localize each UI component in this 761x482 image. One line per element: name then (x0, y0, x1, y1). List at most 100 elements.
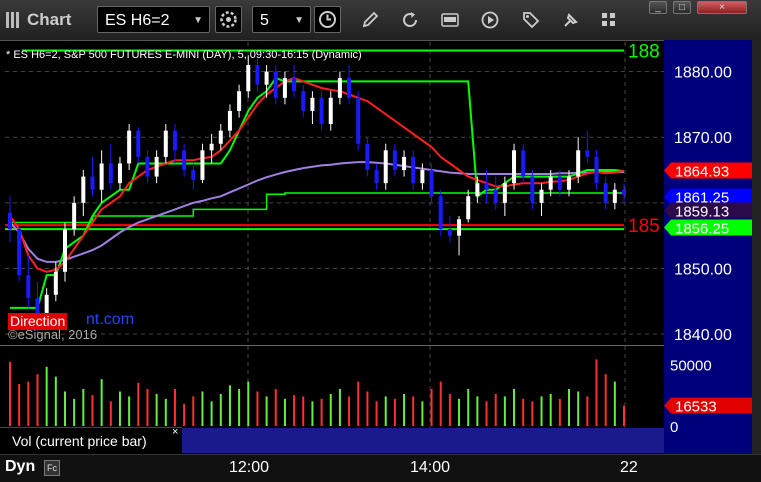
clock-icon (319, 11, 336, 28)
price-axis-panel (664, 40, 761, 454)
window-title: Chart (27, 10, 72, 29)
candle-body (209, 143, 214, 151)
candle-body (227, 110, 232, 131)
y-tick-label: 1870.00 (674, 130, 732, 147)
candle (237, 84, 242, 118)
interval-dropdown[interactable]: 5 ▼ (252, 6, 311, 33)
candle-body (594, 156, 599, 184)
candle (62, 222, 67, 282)
volume-panel-close-icon[interactable]: × (172, 426, 178, 438)
candle-body (264, 71, 269, 85)
candle (337, 71, 342, 105)
refresh-icon[interactable] (400, 10, 420, 30)
x-tick-label: 22 (620, 459, 638, 476)
candle-body (273, 71, 278, 98)
get-icon[interactable] (440, 10, 460, 30)
candle (576, 137, 581, 184)
copyright-notice: ©eSignal, 2016 (8, 327, 98, 342)
y-tick-label: 1880.00 (674, 65, 732, 82)
candle-body (282, 78, 287, 98)
candle-body (493, 189, 498, 203)
candle (172, 124, 177, 164)
minimize-button[interactable]: _ (649, 1, 667, 14)
candle (127, 124, 132, 171)
candle-body (356, 97, 361, 144)
chart-window: Chart ES H6=2 ▼ 5 ▼ _ □ × 188 185 1840.00 (0, 0, 761, 482)
candle (374, 163, 379, 190)
candle-body (246, 64, 251, 92)
price-marker: 1859.13 (664, 202, 752, 221)
candle-body (145, 156, 150, 177)
candle-body (90, 176, 95, 190)
candle (99, 150, 104, 203)
candle (328, 91, 333, 131)
candle-body (99, 163, 104, 190)
candle (154, 150, 159, 184)
candle-body (62, 229, 67, 272)
tag-icon[interactable] (521, 10, 541, 30)
maximize-button[interactable]: □ (673, 1, 691, 14)
candle-body (475, 183, 480, 197)
close-button[interactable]: × (697, 1, 747, 14)
price-marker-label: 1856.25 (675, 220, 729, 237)
y-tick-label: 1840.00 (674, 327, 732, 344)
candle-body (72, 202, 77, 230)
y-tick-label: 1850.00 (674, 262, 732, 279)
candle-body (402, 156, 407, 171)
candle-body (484, 183, 489, 190)
candle-body (255, 64, 260, 85)
chart-app-icon (6, 12, 20, 28)
candle (301, 84, 306, 118)
candle-body (567, 176, 572, 190)
candle-body (411, 156, 416, 184)
candle-body (438, 196, 443, 230)
volume-panel-strip (182, 428, 664, 453)
play-icon[interactable] (480, 10, 500, 30)
candle-body (576, 150, 581, 177)
candle (218, 124, 223, 151)
clock-button[interactable] (314, 6, 341, 33)
candle-body (172, 130, 177, 151)
title-bar: Chart ES H6=2 ▼ 5 ▼ _ □ × (0, 0, 761, 41)
candle-body (374, 170, 379, 184)
candle (136, 127, 141, 164)
fc-icon[interactable]: Fc (44, 460, 60, 476)
candle-body (301, 91, 306, 111)
symbol-dropdown[interactable]: ES H6=2 ▼ (97, 6, 210, 33)
candle-body (26, 275, 31, 299)
scrollbar (752, 40, 761, 454)
volume-panel-tab[interactable]: Vol (current price bar) × (0, 426, 182, 454)
candle (402, 150, 407, 177)
candle-body (429, 170, 434, 197)
candle (200, 143, 205, 184)
candle (420, 163, 425, 190)
candle-body (347, 78, 352, 98)
candle (145, 150, 150, 184)
candle (594, 150, 599, 190)
pencil-icon[interactable] (360, 10, 380, 30)
pin-icon[interactable] (561, 10, 581, 30)
candle-body (365, 143, 370, 171)
candle (612, 183, 617, 210)
candle (117, 156, 122, 190)
candle (447, 215, 452, 243)
candle (365, 137, 370, 177)
grid-icon[interactable] (599, 10, 619, 30)
gear-button[interactable] (215, 6, 242, 33)
candle (585, 130, 590, 164)
candle (512, 143, 517, 190)
candle (383, 143, 388, 190)
candle-body (502, 183, 507, 203)
candle-body (521, 150, 526, 177)
candle-body (8, 212, 12, 230)
candle-body (337, 78, 342, 98)
candle (163, 124, 168, 164)
candle-body (218, 130, 223, 144)
volume-y-tick-label: 50000 (670, 357, 712, 374)
candle (466, 189, 471, 223)
candle (90, 156, 95, 197)
chevron-down-icon: ▼ (294, 15, 304, 26)
candle-body (53, 271, 58, 295)
chart-plot[interactable]: 188185 1840.001850.001860.001870.001880.… (0, 40, 761, 454)
candle-body (585, 150, 590, 157)
